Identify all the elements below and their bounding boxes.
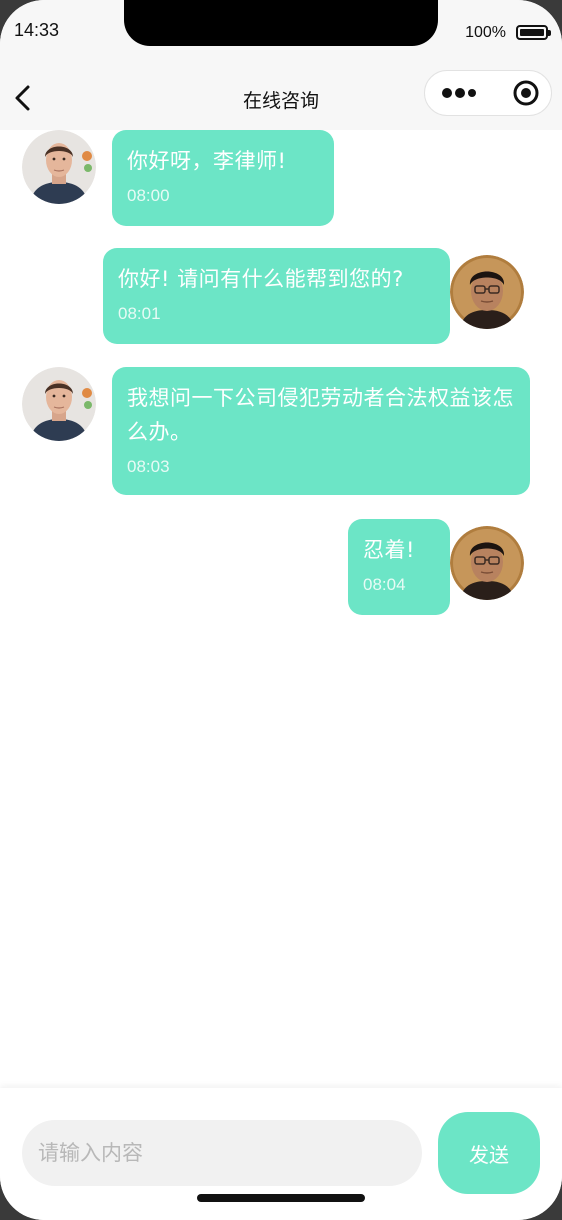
chat-message: 你好呀，李律师! 08:00 <box>0 130 562 230</box>
message-bubble: 你好呀，李律师! 08:00 <box>112 130 334 226</box>
message-bubble: 你好! 请问有什么能帮到您的? 08:01 <box>103 248 450 344</box>
message-time: 08:04 <box>363 575 406 594</box>
chat-list: 你好呀，李律师! 08:00 你好! 请问有什么能帮到您的? 08:01 我想问… <box>0 130 562 1088</box>
status-time: 14:33 <box>14 20 60 40</box>
message-input[interactable] <box>22 1120 422 1186</box>
battery-percentage: 100% <box>465 24 506 41</box>
status-bar: 14:33 100% <box>0 0 562 62</box>
close-mini-program-button[interactable] <box>511 78 541 108</box>
phone-screen: 14:33 100% 在线咨询 你好呀，李律师! 08:00 你好! 请问有什么… <box>0 0 562 1220</box>
avatar-client[interactable] <box>22 367 96 441</box>
notch <box>124 0 438 46</box>
input-area: 发送 <box>0 1088 562 1220</box>
message-bubble: 忍着! 08:04 <box>348 519 450 615</box>
more-button[interactable] <box>439 79 485 107</box>
message-text: 我想问一下公司侵犯劳动者合法权益该怎么办。 <box>127 386 514 444</box>
message-text: 你好! 请问有什么能帮到您的? <box>118 267 404 291</box>
battery-icon <box>516 25 551 40</box>
chat-message: 你好! 请问有什么能帮到您的? 08:01 <box>0 248 562 348</box>
avatar-client[interactable] <box>22 130 96 204</box>
mini-program-capsule <box>424 70 552 116</box>
nav-bar: 在线咨询 <box>0 62 562 130</box>
chat-message: 我想问一下公司侵犯劳动者合法权益该怎么办。 08:03 <box>0 367 562 497</box>
home-indicator <box>197 1194 365 1202</box>
more-dots-icon <box>442 88 476 98</box>
message-text: 你好呀，李律师! <box>127 149 287 173</box>
message-text: 忍着! <box>363 538 415 562</box>
target-close-icon <box>513 80 539 106</box>
send-button[interactable]: 发送 <box>438 1112 540 1194</box>
message-time: 08:01 <box>118 304 161 323</box>
avatar-lawyer[interactable] <box>450 526 524 600</box>
message-time: 08:00 <box>127 186 170 205</box>
avatar-lawyer[interactable] <box>450 255 524 329</box>
message-bubble: 我想问一下公司侵犯劳动者合法权益该怎么办。 08:03 <box>112 367 530 495</box>
message-time: 08:03 <box>127 457 170 476</box>
chat-message: 忍着! 08:04 <box>0 519 562 619</box>
